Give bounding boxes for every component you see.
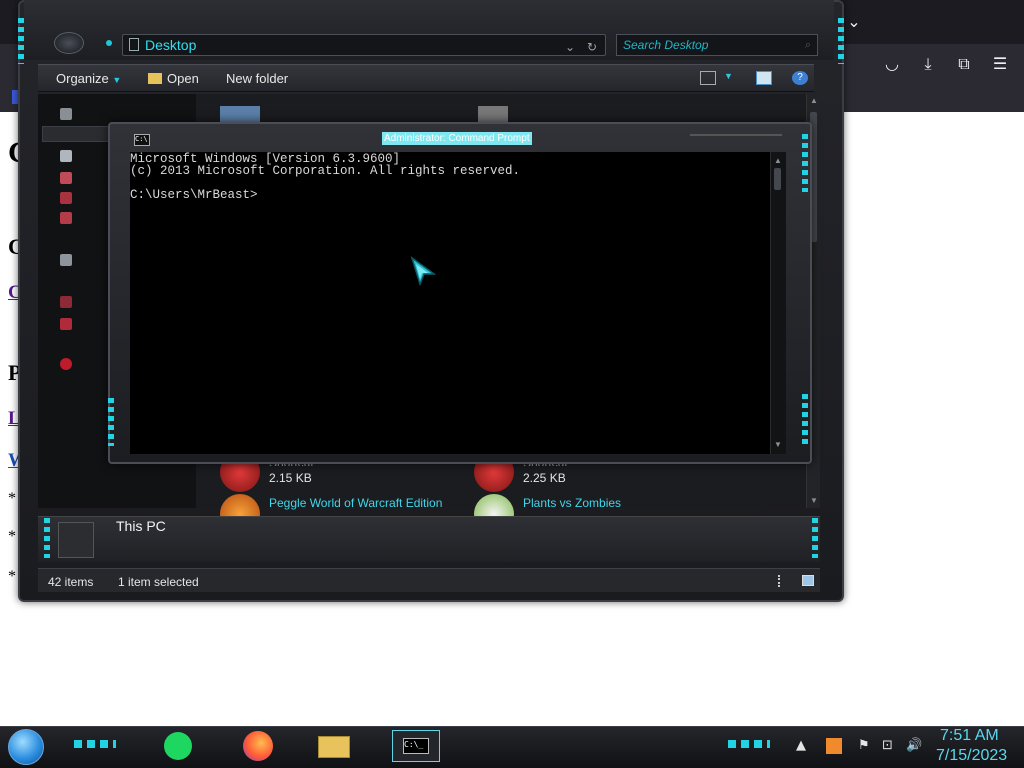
spotify-icon[interactable] [160,730,196,762]
download-icon[interactable]: ⤓ [916,52,940,76]
accent-decoration [44,518,50,558]
file-icon[interactable] [478,106,508,122]
accent-decoration [802,134,808,192]
taskbar [0,726,1024,768]
window-title: Administrator: Command Prompt [382,132,532,145]
chevron-down-icon[interactable]: ⌄ [842,10,866,34]
help-icon[interactable]: ? [792,71,808,85]
recycle-icon[interactable] [60,358,72,370]
accent-decoration [108,398,114,446]
forward-icon[interactable] [106,40,112,46]
menu-icon[interactable]: ☰ [988,52,1012,76]
new-folder-button[interactable]: New folder [226,71,288,86]
folder-icon [148,73,162,84]
this-pc-icon[interactable] [60,296,72,308]
list-bullet: * [8,528,16,545]
taskbar-decoration [74,740,116,748]
scroll-up-icon[interactable]: ▲ [774,156,782,165]
chevron-down-icon[interactable]: ⌄ [565,37,575,57]
back-orb-icon[interactable] [54,32,84,54]
file-name[interactable]: Plants vs Zombies [523,496,621,510]
pocket-icon[interactable]: ◡ [880,52,904,76]
action-center-flag-icon[interactable]: ⚑ [858,738,870,753]
network-icon[interactable] [60,318,72,330]
open-button[interactable]: Open [148,71,199,86]
accent-decoration [18,18,24,64]
preview-pane-icon[interactable] [756,71,772,85]
chevron-down-icon[interactable]: ▼ [724,71,740,85]
address-text: Desktop [145,37,197,53]
search-icon: ⌕ [804,39,811,51]
file-size: 2.25 KB [523,471,566,485]
console-line: (c) 2013 Microsoft Corporation. All righ… [130,164,521,178]
firefox-icon[interactable] [240,730,276,762]
accent-decoration [838,18,844,64]
extensions-icon[interactable]: ⧉ [952,52,976,76]
view-options-icon[interactable] [700,71,716,85]
selection-count: 1 item selected [118,575,199,589]
list-bullet: * [8,490,16,507]
list-bullet: * [8,568,16,585]
user-folder-icon[interactable] [60,212,72,224]
file-explorer-icon[interactable] [316,730,352,762]
user-folder-icon[interactable] [60,172,72,184]
user-folder-icon[interactable] [60,192,72,204]
organize-button[interactable]: Organize ▼ [56,71,121,86]
search-input[interactable]: Search Desktop ⌕ [616,34,818,56]
network-icon[interactable]: ⊡ [882,738,893,753]
console-prompt: C:\Users\MrBeast> [130,188,258,202]
chevron-down-icon: ▼ [112,75,122,85]
start-orb-icon[interactable] [8,729,44,765]
large-icons-view-icon[interactable] [802,575,814,586]
file-size: 2.15 KB [269,471,312,485]
titlebar-decoration [690,128,782,136]
clock-date[interactable]: 7/15/2023 [936,747,1007,765]
file-name[interactable]: Peggle World of Warcraft Edition [269,496,442,510]
nav-selected-item[interactable] [42,126,112,142]
details-name: This PC [116,518,166,534]
details-view-icon[interactable] [778,575,782,587]
scroll-down-icon[interactable]: ▼ [774,440,782,449]
this-pc-thumbnail [58,522,94,558]
console-scrollbar[interactable]: ▲ ▼ [770,152,786,454]
drive-icon[interactable] [60,150,72,162]
scroll-down-icon[interactable]: ▼ [810,496,818,505]
refresh-icon[interactable]: ↻ [587,37,597,57]
volume-icon[interactable]: 🔊 [906,738,922,753]
mouse-cursor-icon [410,256,436,286]
search-placeholder: Search Desktop [623,38,709,52]
taskbar-decoration [728,740,770,748]
command-prompt-icon[interactable]: C:\_ [392,730,440,762]
accent-decoration [812,518,818,558]
scroll-up-icon[interactable]: ▲ [810,96,818,105]
scroll-thumb[interactable] [774,168,781,190]
address-bar[interactable]: Desktop ⌄ ↻ [122,34,606,56]
clock-time[interactable]: 7:51 AM [940,727,999,745]
show-hidden-icons-icon[interactable]: ▲ [796,738,806,753]
console-output[interactable]: Microsoft Windows [Version 6.3.9600] (c)… [130,152,770,454]
status-bar: 42 items 1 item selected [38,568,820,592]
app-tray-icon[interactable] [826,738,842,754]
new-folder-label: New folder [226,71,289,86]
quick-access-icon[interactable] [60,108,72,120]
homegroup-icon[interactable] [60,254,72,266]
command-bar: Organize ▼ Open New folder ▼ ? [38,64,814,92]
accent-decoration [802,394,808,444]
folder-icon [129,38,139,51]
organize-label: Organize [56,71,109,86]
open-label: Open [167,71,199,86]
item-count: 42 items [48,575,94,589]
command-prompt-icon: C:\ [134,134,150,146]
